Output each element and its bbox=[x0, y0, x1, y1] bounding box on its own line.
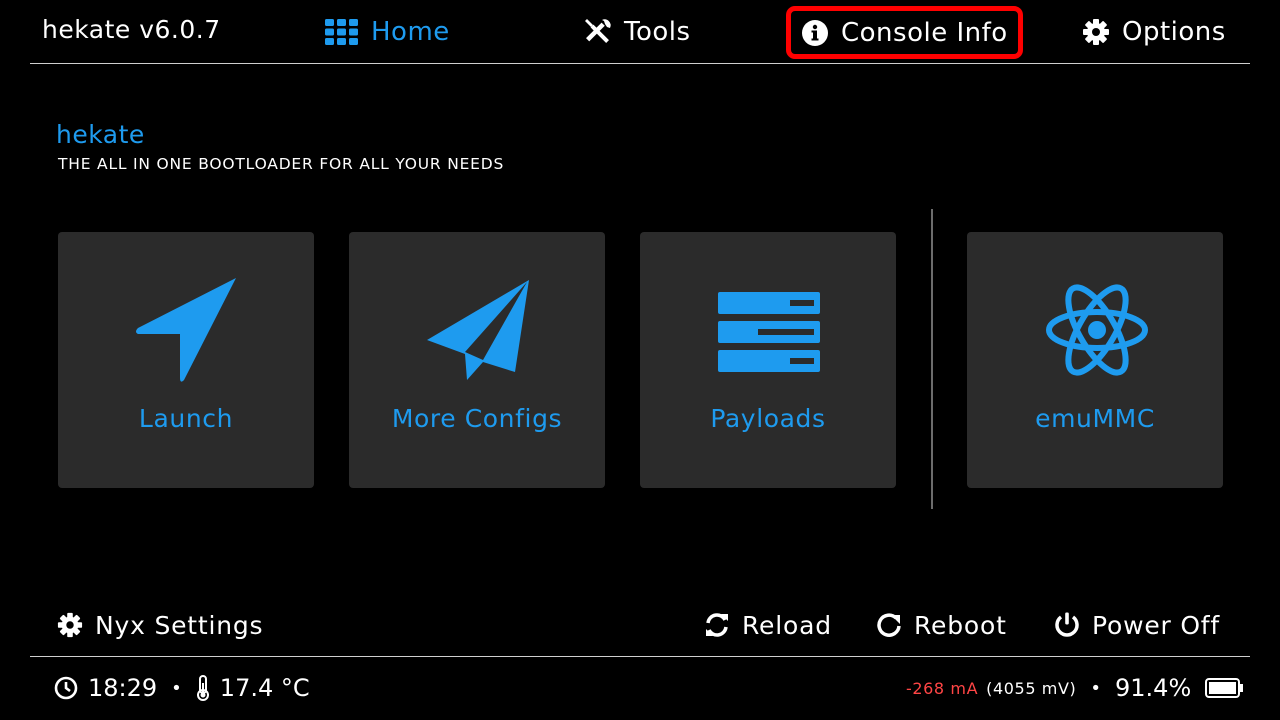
atom-icon bbox=[1046, 284, 1148, 376]
gear-icon bbox=[1083, 19, 1109, 45]
reload-label: Reload bbox=[742, 610, 832, 640]
payloads-button[interactable]: Payloads bbox=[640, 232, 896, 488]
power-off-label: Power Off bbox=[1092, 610, 1221, 640]
top-divider bbox=[30, 63, 1250, 64]
gear-icon bbox=[57, 612, 83, 638]
reboot-label: Reboot bbox=[914, 610, 1007, 640]
battery-icon bbox=[1205, 678, 1244, 698]
tile-separator bbox=[931, 209, 933, 509]
power-icon bbox=[1055, 612, 1079, 637]
power-off-button[interactable]: Power Off bbox=[1054, 606, 1220, 644]
server-list-icon bbox=[718, 292, 820, 372]
launch-label: Launch bbox=[138, 404, 234, 433]
tab-home[interactable]: Home bbox=[325, 8, 450, 56]
tab-tools[interactable]: Tools bbox=[584, 8, 691, 56]
battery-percentage: 91.4% bbox=[1115, 674, 1192, 702]
bottom-divider bbox=[30, 656, 1250, 657]
app-version: hekate v6.0.7 bbox=[42, 15, 221, 44]
launch-button[interactable]: Launch bbox=[58, 232, 314, 488]
tab-console-info[interactable]: Console Info bbox=[786, 6, 1023, 59]
more-configs-label: More Configs bbox=[391, 404, 563, 433]
battery-voltage: (4055 mV) bbox=[986, 678, 1077, 698]
paper-plane-icon bbox=[427, 280, 529, 380]
tab-options-label: Options bbox=[1122, 17, 1226, 47]
reload-button[interactable]: Reload bbox=[704, 606, 832, 644]
hekate-home-screen: hekate v6.0.7 Home Tools Console Info Op… bbox=[0, 0, 1280, 720]
status-right: -268 mA (4055 mV) • 91.4% bbox=[906, 670, 1253, 706]
more-configs-button[interactable]: More Configs bbox=[349, 232, 605, 488]
clock-time: 18:29 bbox=[88, 674, 158, 702]
page-title: hekate bbox=[56, 120, 145, 149]
thermometer-icon bbox=[196, 675, 209, 701]
tools-icon bbox=[585, 19, 611, 43]
payloads-label: Payloads bbox=[710, 404, 826, 433]
tab-console-info-label: Console Info bbox=[841, 17, 1008, 48]
nyx-settings-label: Nyx Settings bbox=[95, 610, 264, 640]
nyx-settings-button[interactable]: Nyx Settings bbox=[57, 606, 263, 644]
status-left: 18:29 • 17.4 °C bbox=[54, 670, 310, 706]
tab-home-label: Home bbox=[371, 17, 450, 47]
redo-icon bbox=[877, 613, 901, 637]
navigation-arrow-icon bbox=[136, 278, 236, 382]
emummc-button[interactable]: emuMMC bbox=[967, 232, 1223, 488]
status-separator: • bbox=[1090, 677, 1101, 699]
battery-current: -268 mA bbox=[906, 678, 979, 698]
status-separator: • bbox=[171, 677, 182, 699]
info-icon bbox=[802, 19, 828, 46]
clock-icon bbox=[54, 676, 78, 700]
tab-tools-label: Tools bbox=[624, 17, 691, 47]
grid-icon bbox=[325, 19, 358, 45]
tab-options[interactable]: Options bbox=[1082, 8, 1226, 56]
emummc-label: emuMMC bbox=[1035, 404, 1155, 433]
top-bar: hekate v6.0.7 Home Tools Console Info Op… bbox=[0, 0, 1280, 64]
refresh-icon bbox=[706, 613, 728, 637]
page-subtitle: THE ALL IN ONE BOOTLOADER FOR ALL YOUR N… bbox=[58, 155, 505, 173]
temperature: 17.4 °C bbox=[219, 674, 310, 702]
reboot-button[interactable]: Reboot bbox=[876, 606, 1007, 644]
